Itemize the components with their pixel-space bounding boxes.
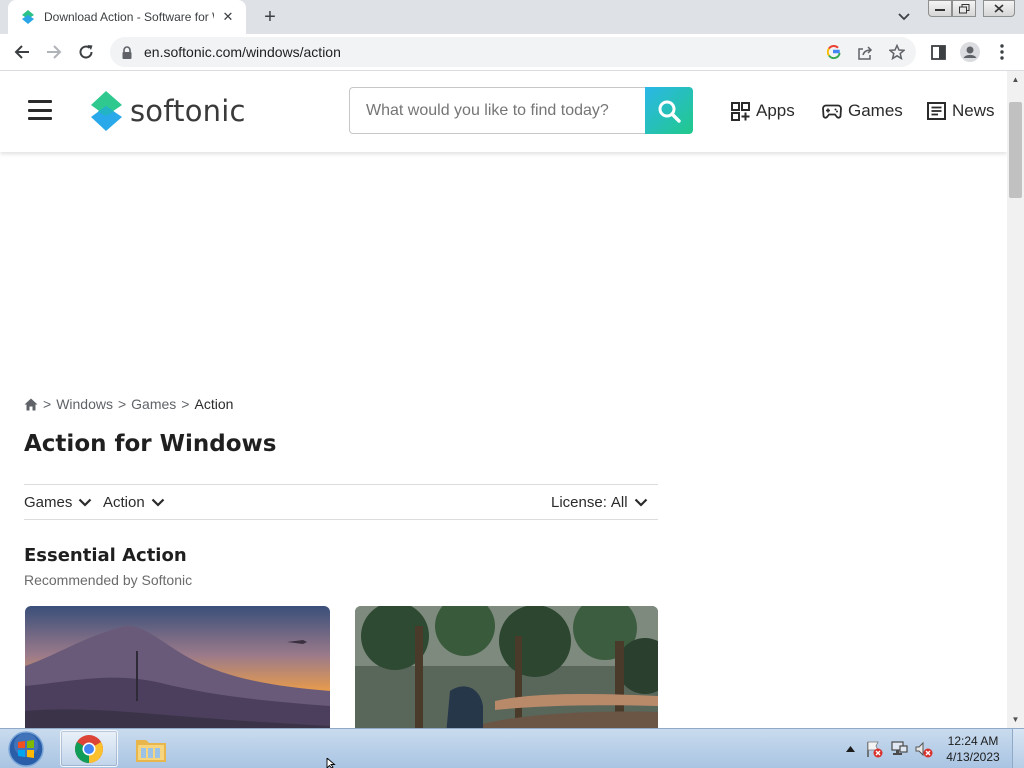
hamburger-menu-icon[interactable] [28,100,52,120]
logo-text: softonic [130,94,246,128]
url-text[interactable]: en.softonic.com/windows/action [144,44,341,60]
breadcrumb-games[interactable]: Games [131,396,176,412]
google-g-icon[interactable] [824,43,844,61]
address-bar[interactable]: en.softonic.com/windows/action [110,37,916,67]
breadcrumb-separator: > [181,396,190,412]
windows-start-orb-icon [8,731,44,767]
volume-muted-icon[interactable] [914,739,934,759]
mouse-pointer-icon [326,758,336,768]
game-thumbnail-forest [355,606,658,728]
browser-toolbar: en.softonic.com/windows/action [0,34,1024,71]
page-title: Action for Windows [24,431,277,457]
subcategory-filter-dropdown[interactable]: Action [103,494,165,511]
window-close-button[interactable] [983,0,1015,17]
section-title: Essential Action [24,545,187,566]
nav-apps[interactable]: Apps [731,99,795,123]
chevron-down-icon [634,498,647,507]
taskbar-chrome[interactable] [60,730,118,767]
window-restore-button[interactable] [952,0,976,17]
taskbar-file-explorer[interactable] [122,730,180,767]
show-desktop-button[interactable] [1012,729,1024,768]
gamepad-icon [822,104,842,119]
nav-games-label: Games [848,101,903,120]
scroll-up-arrow-icon[interactable]: ▲ [1007,71,1024,88]
search-icon [658,100,681,123]
reload-icon[interactable] [73,40,99,64]
window-minimize-button[interactable] [928,0,952,17]
breadcrumb: > Windows > Games > Action [24,396,233,412]
clock-date: 4/13/2023 [946,750,1000,764]
bookmark-star-icon[interactable] [887,43,907,61]
system-clock[interactable]: 12:24 AM 4/13/2023 [942,733,1004,765]
site-header: softonic Apps Games News [0,71,1007,152]
breadcrumb-separator: > [117,396,127,412]
softonic-favicon-icon [20,9,36,25]
news-icon [927,102,946,120]
license-filter-value: All [610,494,628,511]
subcategory-filter-label: Action [103,494,145,511]
forward-arrow-icon[interactable] [41,40,67,64]
lock-icon[interactable] [120,45,134,59]
profile-avatar-icon[interactable] [957,40,983,64]
site-search [349,87,693,134]
license-filter-dropdown[interactable]: License: All [551,494,648,511]
browser-tab-strip: Download Action - Software for Windows ✕… [0,0,1024,34]
category-filter-label: Games [24,494,73,511]
network-icon[interactable] [889,739,909,759]
app-card-image[interactable] [355,606,658,728]
file-explorer-icon [136,739,166,762]
section-subtitle: Recommended by Softonic [24,572,193,588]
search-input[interactable] [349,87,647,134]
share-icon[interactable] [855,43,875,61]
breadcrumb-current: Action [194,396,234,412]
page-scrollbar[interactable]: ▲ ▼ [1007,71,1024,728]
side-panel-icon[interactable] [925,40,951,64]
show-hidden-icons-arrow-icon[interactable] [844,739,856,759]
nav-apps-label: Apps [756,101,795,120]
chrome-icon [75,734,103,763]
tab-title: Download Action - Software for Windows [44,10,214,24]
windows-taskbar: 12:24 AM 4/13/2023 [0,728,1024,768]
browser-tab[interactable]: Download Action - Software for Windows ✕ [8,0,246,34]
softonic-logo-icon [91,91,122,131]
clock-time: 12:24 AM [947,734,999,748]
breadcrumb-windows[interactable]: Windows [56,396,113,412]
search-button[interactable] [645,87,693,134]
new-tab-button[interactable]: + [258,6,282,28]
license-filter-label: License: [551,494,607,511]
scrollbar-thumb[interactable] [1009,102,1022,198]
nav-news[interactable]: News [927,99,995,123]
nav-news-label: News [952,101,995,120]
tab-search-chevron-icon[interactable] [894,8,914,26]
app-card-image[interactable] [25,606,330,728]
page-viewport: softonic Apps Games News > Windows > Gam… [0,71,1007,728]
scroll-down-arrow-icon[interactable]: ▼ [1007,711,1024,728]
chevron-down-icon [151,498,164,507]
start-button[interactable] [6,731,46,767]
action-center-flag-icon[interactable] [864,739,884,759]
game-thumbnail-mountain-sunset [25,606,330,728]
back-arrow-icon[interactable] [9,40,35,64]
softonic-logo[interactable]: softonic [88,89,246,133]
category-filter-dropdown[interactable]: Games [24,494,92,511]
chevron-down-icon [79,498,92,507]
apps-grid-icon [731,101,750,121]
breadcrumb-separator: > [43,396,52,412]
nav-games[interactable]: Games [822,99,903,123]
tab-close-icon[interactable]: ✕ [220,9,236,25]
filter-bar: Games Action License: All [24,484,658,520]
home-icon[interactable] [24,398,38,411]
kebab-menu-icon[interactable] [989,40,1015,64]
